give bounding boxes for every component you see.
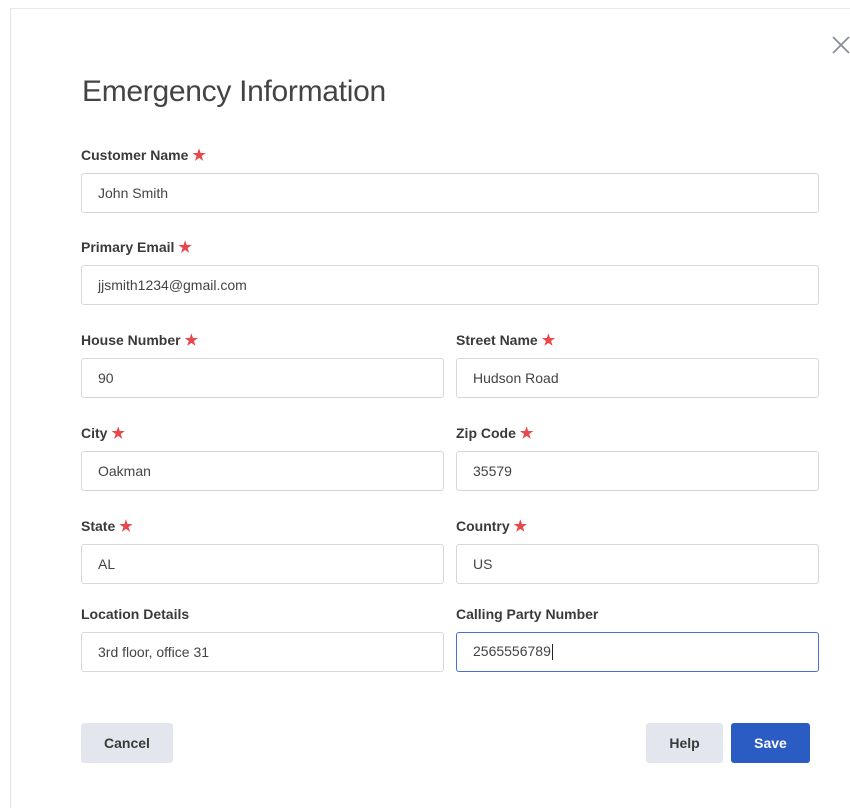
calling-party-number-input[interactable]: 2565556789 [456, 632, 819, 672]
city-input[interactable]: Oakman [81, 451, 444, 491]
calling-party-number-value: 2565556789 [473, 643, 551, 659]
primary-email-input[interactable]: jjsmith1234@gmail.com [81, 265, 819, 305]
required-star-icon: ★ [111, 425, 125, 442]
location-details-input[interactable]: 3rd floor, office 31 [81, 632, 444, 672]
required-star-icon: ★ [513, 518, 528, 535]
country-field: Country ★ US [456, 517, 819, 584]
zip-code-input[interactable]: 35579 [456, 451, 819, 491]
help-button[interactable]: Help [646, 723, 723, 763]
required-star-icon: ★ [541, 332, 556, 349]
state-field: State ★ AL [81, 517, 444, 584]
dialog-title: Emergency Information [82, 75, 386, 108]
house-number-field: House Number ★ 90 [81, 331, 444, 398]
calling-party-number-field: Calling Party Number 2565556789 [456, 605, 819, 672]
street-name-input[interactable]: Hudson Road [456, 358, 819, 398]
house-number-input[interactable]: 90 [81, 358, 444, 398]
zip-code-field: Zip Code ★ 35579 [456, 424, 819, 491]
required-star-icon: ★ [184, 332, 199, 349]
cancel-button[interactable]: Cancel [81, 723, 173, 763]
street-name-label: Street Name ★ [456, 332, 556, 349]
city-label: City ★ [81, 425, 125, 442]
customer-name-field: Customer Name ★ John Smith [81, 146, 819, 213]
state-input[interactable]: AL [81, 544, 444, 584]
calling-party-number-label: Calling Party Number [456, 606, 599, 622]
house-number-label: House Number ★ [81, 332, 199, 349]
primary-email-field: Primary Email ★ jjsmith1234@gmail.com [81, 238, 819, 305]
close-button[interactable] [831, 35, 850, 55]
emergency-information-dialog: Emergency Information Customer Name ★ Joh… [10, 8, 850, 808]
country-input[interactable]: US [456, 544, 819, 584]
required-star-icon: ★ [178, 239, 192, 256]
zip-code-label: Zip Code ★ [456, 425, 534, 442]
primary-email-label: Primary Email ★ [81, 239, 192, 256]
city-field: City ★ Oakman [81, 424, 444, 491]
save-button[interactable]: Save [731, 723, 810, 763]
required-star-icon: ★ [192, 147, 206, 164]
location-details-label: Location Details [81, 606, 190, 622]
country-label: Country ★ [456, 518, 528, 535]
location-details-field: Location Details 3rd floor, office 31 [81, 605, 444, 672]
text-cursor [551, 644, 553, 661]
required-star-icon: ★ [519, 425, 534, 442]
required-star-icon: ★ [119, 518, 133, 535]
customer-name-input[interactable]: John Smith [81, 173, 819, 213]
street-name-field: Street Name ★ Hudson Road [456, 331, 819, 398]
state-label: State ★ [81, 518, 133, 535]
close-icon [832, 36, 850, 54]
customer-name-label: Customer Name ★ [81, 147, 206, 164]
